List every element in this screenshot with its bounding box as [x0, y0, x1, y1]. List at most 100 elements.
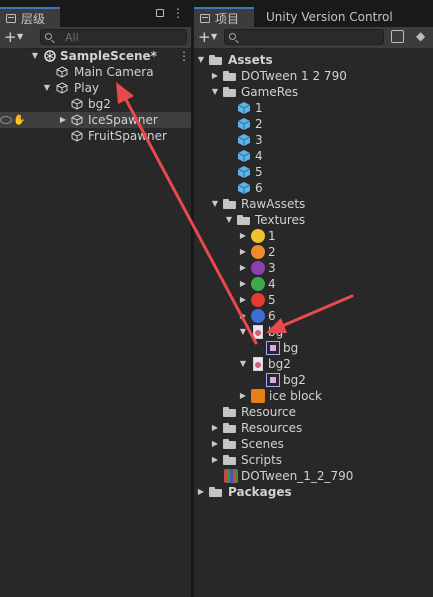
tree-item-scripts[interactable]: ▶ Scripts — [194, 452, 433, 468]
expand-arrow-icon[interactable]: ▶ — [210, 68, 220, 84]
tree-item-rawassets[interactable]: ▼ RawAssets — [194, 196, 433, 212]
tab-project[interactable]: 项目 — [194, 7, 254, 27]
expand-arrow-icon[interactable]: ▶ — [210, 452, 220, 468]
expand-arrow-icon[interactable]: ▶ — [238, 276, 248, 292]
scene-row[interactable]: ▼ SampleScene* ⋮ — [0, 48, 191, 64]
expand-arrow-icon[interactable]: ▼ — [196, 52, 206, 68]
tab-project-label: 项目 — [215, 11, 240, 26]
expand-arrow-icon[interactable]: ▼ — [224, 212, 234, 228]
prefab-icon — [237, 166, 251, 178]
hierarchy-item-label: Main Camera — [74, 65, 154, 79]
tree-item-label: 1 — [255, 101, 263, 115]
dropdown-caret-icon[interactable]: ▼ — [211, 32, 217, 41]
tree-item-textures[interactable]: ▼ Textures — [194, 212, 433, 228]
tree-item-resource[interactable]: Resource — [194, 404, 433, 420]
tree-item-dotween[interactable]: ▶ DOTween 1 2 790 — [194, 68, 433, 84]
tree-item-label: 3 — [255, 133, 263, 147]
hierarchy-item-fruitspawner[interactable]: FruitSpawner — [0, 128, 191, 144]
tree-item-label: 2 — [268, 245, 276, 259]
expand-arrow-icon[interactable]: ▼ — [30, 48, 40, 64]
hierarchy-item-play[interactable]: ▼ Play — [0, 80, 191, 96]
tree-item-label: Resource — [241, 405, 297, 419]
tab-hierarchy-label: 层级 — [21, 11, 46, 26]
tree-item-label: 4 — [268, 277, 276, 291]
expand-arrow-icon[interactable]: ▼ — [210, 84, 220, 100]
expand-arrow-icon[interactable]: ▶ — [196, 484, 206, 500]
tree-item-label: 6 — [255, 181, 263, 195]
expand-arrow-icon[interactable]: ▶ — [58, 112, 68, 128]
tree-item-label: Packages — [228, 485, 292, 499]
project-panel: 项目 Unity Version Control + ▼ ◆ ▼ Assets … — [194, 0, 433, 597]
expand-arrow-icon[interactable]: ▶ — [238, 228, 248, 244]
pickable-hand-icon[interactable]: ✋ — [13, 113, 25, 126]
tree-item-prefab[interactable]: 1 — [194, 100, 433, 116]
tree-item-bg-sprite[interactable]: bg — [194, 340, 433, 356]
expand-arrow-icon[interactable]: ▶ — [238, 292, 248, 308]
tree-item-bg[interactable]: ▼ bg — [194, 324, 433, 340]
dropdown-caret-icon[interactable]: ▼ — [17, 32, 23, 41]
add-icon[interactable]: + — [4, 28, 17, 46]
tree-item-label: Assets — [228, 53, 273, 67]
expand-arrow-icon[interactable]: ▼ — [238, 356, 248, 372]
tree-item-resources[interactable]: ▶ Resources — [194, 420, 433, 436]
tree-item-texture[interactable]: ▶ 5 — [194, 292, 433, 308]
tree-item-prefab[interactable]: 3 — [194, 132, 433, 148]
filter-by-type-icon[interactable] — [391, 30, 404, 43]
tree-item-texture[interactable]: ▶ 2 — [194, 244, 433, 260]
prefab-icon — [237, 134, 251, 146]
search-icon — [229, 33, 236, 40]
hierarchy-item-bg2[interactable]: bg2 — [0, 96, 191, 112]
tree-item-texture[interactable]: ▶ 6 — [194, 308, 433, 324]
visibility-eye-icon[interactable] — [0, 116, 12, 124]
fruit-texture-icon — [251, 309, 265, 323]
tab-unity-version-control[interactable]: Unity Version Control — [260, 7, 400, 27]
more-menu-icon[interactable]: ⋮ — [172, 6, 184, 20]
tree-item-label: bg — [268, 325, 284, 339]
tree-item-prefab[interactable]: 4 — [194, 148, 433, 164]
tree-item-scenes[interactable]: ▶ Scenes — [194, 436, 433, 452]
filter-by-label-icon[interactable]: ◆ — [416, 29, 425, 43]
tree-item-packages[interactable]: ▶ Packages — [194, 484, 433, 500]
prefab-icon — [237, 150, 251, 162]
tree-item-texture[interactable]: ▶ 1 — [194, 228, 433, 244]
tab-hierarchy[interactable]: 层级 — [0, 7, 60, 27]
fruit-texture-icon — [251, 261, 265, 275]
tree-item-dotween-package[interactable]: DOTween_1_2_790 — [194, 468, 433, 484]
tree-item-assets[interactable]: ▼ Assets — [194, 52, 433, 68]
sprite-icon — [266, 341, 280, 355]
prefab-icon — [237, 182, 251, 194]
expand-arrow-icon[interactable]: ▼ — [238, 324, 248, 340]
hierarchy-item-main-camera[interactable]: Main Camera — [0, 64, 191, 80]
hierarchy-item-icespawner[interactable]: ✋ ▶ IceSpawner — [0, 112, 191, 128]
hierarchy-search-input[interactable]: All — [40, 29, 187, 45]
tree-item-prefab[interactable]: 5 — [194, 164, 433, 180]
expand-arrow-icon[interactable]: ▶ — [238, 260, 248, 276]
tree-item-label: bg2 — [283, 373, 306, 387]
gameobject-icon — [71, 114, 83, 126]
tree-item-bg2-sprite[interactable]: bg2 — [194, 372, 433, 388]
expand-arrow-icon[interactable]: ▶ — [238, 244, 248, 260]
folder-icon — [223, 199, 236, 209]
tree-item-prefab[interactable]: 6 — [194, 180, 433, 196]
tree-item-label: Resources — [241, 421, 303, 435]
hierarchy-item-label: bg2 — [88, 97, 111, 111]
add-icon[interactable]: + — [198, 28, 211, 46]
expand-arrow-icon[interactable]: ▶ — [210, 420, 220, 436]
tree-item-gameres[interactable]: ▼ GameRes — [194, 84, 433, 100]
expand-arrow-icon[interactable]: ▼ — [42, 80, 52, 96]
expand-arrow-icon[interactable]: ▼ — [210, 196, 220, 212]
tree-item-bg2[interactable]: ▼ bg2 — [194, 356, 433, 372]
tree-item-texture[interactable]: ▶ 3 — [194, 260, 433, 276]
expand-arrow-icon[interactable]: ▶ — [238, 388, 248, 404]
hierarchy-item-label: IceSpawner — [88, 113, 158, 127]
tree-item-label: DOTween_1_2_790 — [241, 469, 354, 483]
tree-item-texture[interactable]: ▶ 4 — [194, 276, 433, 292]
lock-icon[interactable] — [156, 9, 164, 17]
expand-arrow-icon[interactable]: ▶ — [210, 436, 220, 452]
scene-menu-icon[interactable]: ⋮ — [178, 48, 190, 64]
tree-item-ice-block[interactable]: ▶ ice block — [194, 388, 433, 404]
project-search-input[interactable] — [224, 29, 384, 45]
fruit-texture-icon — [251, 277, 265, 291]
tree-item-prefab[interactable]: 2 — [194, 116, 433, 132]
expand-arrow-icon[interactable]: ▶ — [238, 308, 248, 324]
